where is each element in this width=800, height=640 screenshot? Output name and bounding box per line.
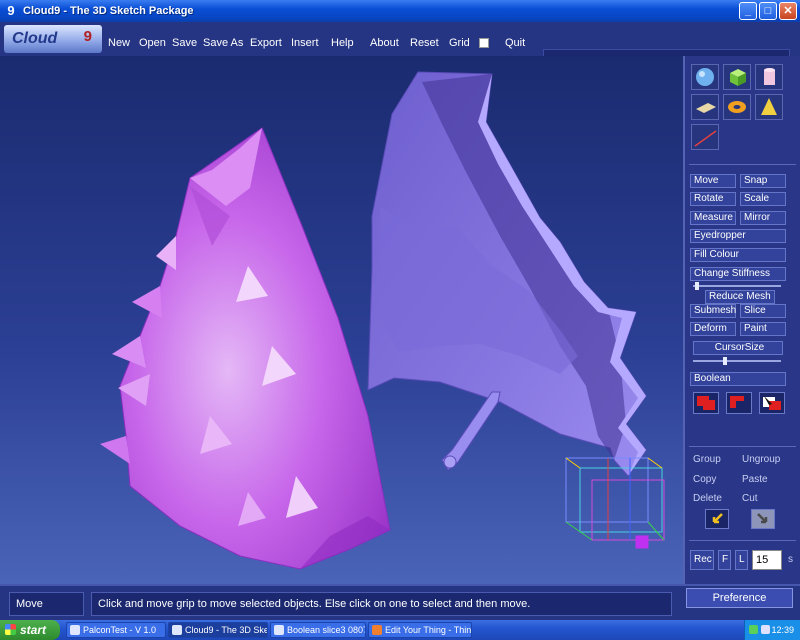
delete-button[interactable]: Delete <box>693 493 722 504</box>
menu-quit[interactable]: Quit <box>505 37 525 49</box>
slice-button[interactable]: Slice <box>740 304 786 318</box>
app-icon <box>70 625 80 635</box>
boolean-subtract-icon[interactable] <box>726 392 752 414</box>
logo-mark: 9 <box>83 28 92 45</box>
boolean-button[interactable]: Boolean <box>690 372 786 386</box>
scene-canvas[interactable] <box>0 56 683 584</box>
taskbar-item-boolean-slice[interactable]: Boolean slice3 08072... <box>270 622 366 638</box>
menu-insert[interactable]: Insert <box>291 37 319 49</box>
taskbar-item-cloud9[interactable]: Cloud9 - The 3D Sket... <box>168 622 268 638</box>
start-button[interactable]: start <box>0 620 60 640</box>
measure-button[interactable]: Measure <box>690 211 736 225</box>
logo-text: Cloud <box>12 30 58 47</box>
cylinder-icon[interactable] <box>755 64 783 90</box>
stiffness-slider-knob[interactable] <box>695 282 699 290</box>
menu-open[interactable]: Open <box>139 37 166 49</box>
menu-save[interactable]: Save <box>172 37 197 49</box>
start-label: start <box>20 623 47 637</box>
line-icon[interactable] <box>691 124 719 150</box>
seconds-input[interactable]: 15 <box>752 550 782 570</box>
window-title-bar: 9 Cloud9 - The 3D Sketch Package _ □ ✕ <box>0 0 800 22</box>
taskbar-item-edit-your-thing[interactable]: Edit Your Thing - Thin... <box>368 622 472 638</box>
window-title: Cloud9 - The 3D Sketch Package <box>23 5 194 17</box>
menu-new[interactable]: New <box>108 37 130 49</box>
rotate-button[interactable]: Rotate <box>690 192 736 206</box>
torus-icon[interactable] <box>723 94 751 120</box>
status-bar: Move Click and move grip to move selecte… <box>0 584 800 620</box>
ungroup-button[interactable]: Ungroup <box>742 454 780 465</box>
app-icon <box>274 625 284 635</box>
minimize-button[interactable]: _ <box>739 2 757 20</box>
stiffness-slider[interactable] <box>693 282 781 290</box>
move-button[interactable]: Move <box>690 174 736 188</box>
task-label: Boolean slice3 08072... <box>287 625 365 635</box>
sculpt-object-right[interactable] <box>367 71 647 477</box>
menu-save-as[interactable]: Save As <box>203 37 243 49</box>
scale-button[interactable]: Scale <box>740 192 786 206</box>
plane-icon[interactable] <box>691 94 719 120</box>
menu-reset[interactable]: Reset <box>410 37 439 49</box>
menu-bar: Cloud 9 New Open Save Save As Export Ins… <box>0 22 800 69</box>
sculpt-object-left[interactable] <box>100 127 391 570</box>
boolean-union-icon[interactable] <box>693 392 719 414</box>
menu-help[interactable]: Help <box>331 37 354 49</box>
clock: 12:39 <box>771 625 794 635</box>
maximize-button[interactable]: □ <box>759 2 777 20</box>
network-icon[interactable] <box>749 625 758 634</box>
cube-icon[interactable] <box>723 64 751 90</box>
system-tray: 12:39 <box>744 620 800 640</box>
close-button[interactable]: ✕ <box>779 2 797 20</box>
browser-icon <box>372 625 382 635</box>
tool-panel: Move Snap Rotate Scale Measure Mirror Ey… <box>683 56 800 584</box>
seconds-unit-label: s <box>788 554 793 565</box>
menu-export[interactable]: Export <box>250 37 282 49</box>
snap-button[interactable]: Snap <box>740 174 786 188</box>
reduce-mesh-button[interactable]: Reduce Mesh <box>705 290 775 304</box>
l-button[interactable]: L <box>735 550 748 570</box>
task-label: PalconTest - V 1.0 <box>83 625 157 635</box>
group-button[interactable]: Group <box>693 454 721 465</box>
cursor-size-slider-knob[interactable] <box>723 357 727 365</box>
app-icon: 9 <box>7 3 15 18</box>
status-mode: Move <box>9 592 84 616</box>
menu-grid[interactable]: Grid <box>449 37 470 49</box>
3d-viewport[interactable] <box>0 56 683 584</box>
paint-button[interactable]: Paint <box>740 322 786 336</box>
redo-arrow-icon[interactable] <box>751 509 775 529</box>
cloud9-logo: Cloud 9 <box>4 25 102 53</box>
mirror-button[interactable]: Mirror <box>740 211 786 225</box>
boolean-intersect-icon[interactable] <box>759 392 785 414</box>
windows-taskbar: start PalconTest - V 1.0 Cloud9 - The 3D… <box>0 620 800 640</box>
change-stiffness-button[interactable]: Change Stiffness <box>690 267 786 281</box>
task-label: Cloud9 - The 3D Sket... <box>185 625 268 635</box>
undo-arrow-icon[interactable] <box>705 509 729 529</box>
task-label: Edit Your Thing - Thin... <box>385 625 472 635</box>
rec-button[interactable]: Rec <box>690 550 714 570</box>
copy-button[interactable]: Copy <box>693 474 716 485</box>
cut-button[interactable]: Cut <box>742 493 758 504</box>
grid-checkbox[interactable] <box>479 38 489 48</box>
fill-colour-button[interactable]: Fill Colour <box>690 248 786 262</box>
f-button[interactable]: F <box>718 550 731 570</box>
preference-button[interactable]: Preference <box>686 588 793 608</box>
paste-button[interactable]: Paste <box>742 474 768 485</box>
sphere-icon[interactable] <box>691 64 719 90</box>
windows-logo-icon <box>5 624 16 635</box>
deform-button[interactable]: Deform <box>690 322 736 336</box>
eyedropper-button[interactable]: Eyedropper <box>690 229 786 243</box>
cone-icon[interactable] <box>755 94 783 120</box>
submesh-button[interactable]: Submesh <box>690 304 736 318</box>
status-message: Click and move grip to move selected obj… <box>91 592 672 616</box>
taskbar-item-palcontest[interactable]: PalconTest - V 1.0 <box>66 622 166 638</box>
menu-about[interactable]: About <box>370 37 399 49</box>
cursor-size-slider[interactable] <box>693 357 781 365</box>
cursor-size-button[interactable]: CursorSize <box>693 341 783 355</box>
app-icon <box>172 625 182 635</box>
volume-icon[interactable] <box>761 625 770 634</box>
move-grip-gizmo[interactable] <box>565 457 665 549</box>
